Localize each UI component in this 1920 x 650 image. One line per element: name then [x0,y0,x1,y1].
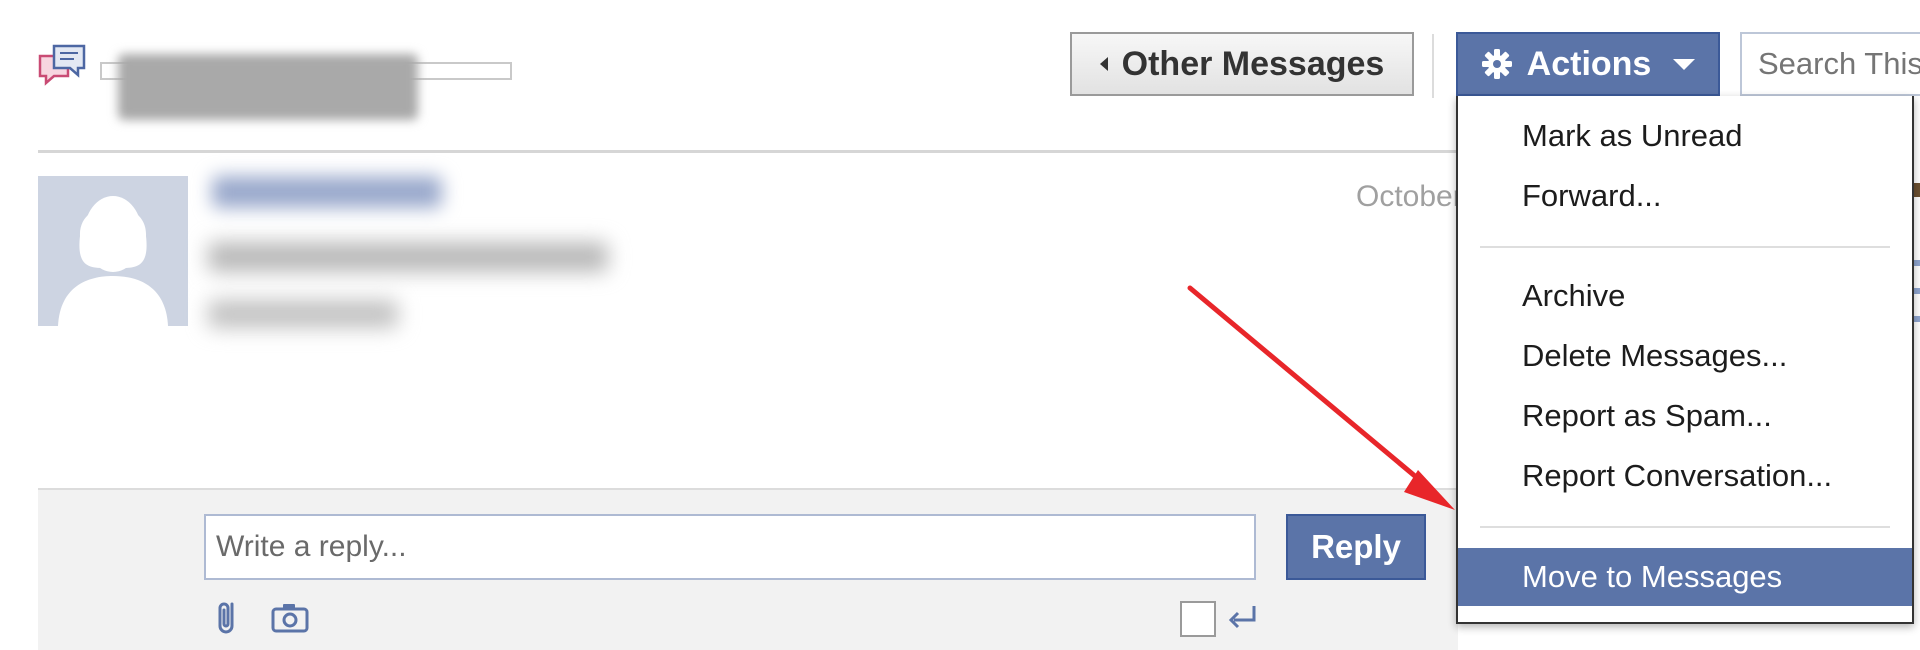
search-input[interactable] [1740,32,1920,96]
header-rule [38,150,1458,153]
menu-separator [1480,526,1890,528]
enter-key-icon [1228,606,1256,629]
actions-button[interactable]: Actions [1456,32,1720,96]
actions-label: Actions [1526,44,1652,83]
menu-item-forward[interactable]: Forward... [1458,168,1912,224]
menu-item-move-to-messages[interactable]: Move to Messages [1458,548,1912,606]
message-preview-redacted [208,242,608,272]
menu-separator [1480,246,1890,248]
menu-item-report-spam[interactable]: Report as Spam... [1458,388,1912,444]
caret-down-icon [1673,58,1696,70]
messages-icon [38,44,86,86]
gear-icon [1481,49,1512,79]
arrow-left-icon [1099,57,1108,71]
reply-button[interactable]: Reply [1286,514,1426,580]
menu-item-report-conversation[interactable]: Report Conversation... [1458,448,1912,504]
menu-item-delete-messages[interactable]: Delete Messages... [1458,328,1912,384]
message-date: October [1356,180,1463,213]
menu-item-mark-unread[interactable]: Mark as Unread [1458,108,1912,164]
header-divider [1432,34,1434,98]
avatar[interactable] [38,176,188,326]
press-enter-checkbox[interactable] [1180,601,1216,637]
other-messages-button[interactable]: Other Messages [1070,32,1414,96]
menu-item-archive[interactable]: Archive [1458,268,1912,324]
sender-name-redacted [212,176,442,208]
paperclip-icon[interactable] [210,598,250,638]
message-meta-redacted [208,300,398,328]
actions-dropdown-menu: Mark as Unread Forward... Archive Delete… [1456,96,1914,624]
other-messages-label: Other Messages [1121,44,1385,83]
conversation-title-redacted [100,50,520,122]
camera-icon[interactable] [270,598,310,638]
reply-input[interactable] [204,514,1256,580]
